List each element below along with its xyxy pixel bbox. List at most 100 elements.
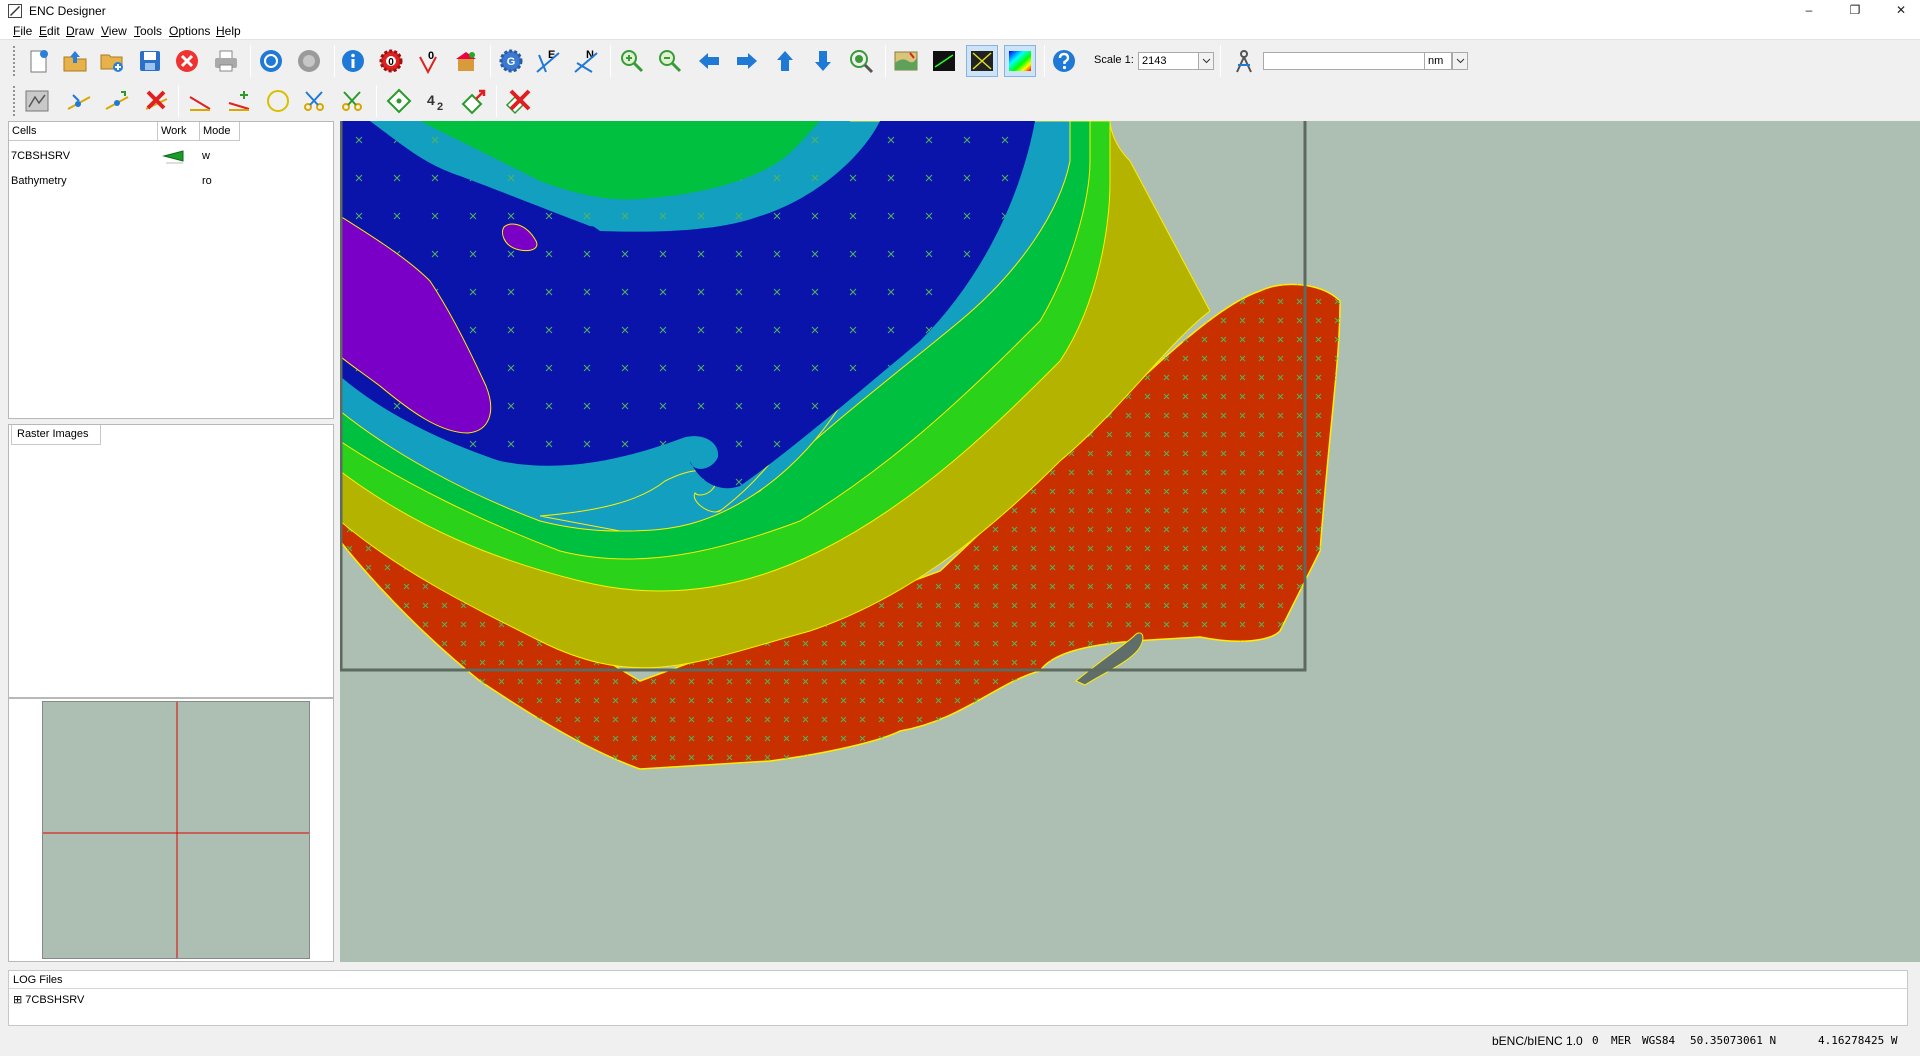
- diamond-arrow-icon: [461, 89, 486, 115]
- add-feature-button[interactable]: [383, 85, 415, 117]
- title-bar: ENC Designer – ❐ ✕: [0, 0, 1920, 22]
- chart-overview-button[interactable]: [21, 85, 53, 117]
- draw-circle-button[interactable]: [262, 85, 294, 117]
- chevron-down-icon: [1456, 58, 1464, 64]
- menu-help[interactable]: Help: [216, 24, 241, 38]
- expand-icon[interactable]: ⊞: [13, 994, 22, 1006]
- new-file-button[interactable]: [22, 45, 54, 77]
- status-longitude: 4.16278425 W: [1818, 1034, 1898, 1047]
- chart-map-view[interactable]: [340, 121, 1920, 962]
- tab-raster-images[interactable]: Raster Images: [11, 425, 101, 445]
- north-tool-button[interactable]: N: [570, 45, 602, 77]
- unit-select[interactable]: nm: [1425, 52, 1452, 70]
- scale-dropdown-button[interactable]: [1198, 52, 1214, 70]
- soundings-button[interactable]: 0: [413, 45, 445, 77]
- menu-bar: File Edit Draw View Tools Options Help: [0, 22, 1920, 40]
- add-line-icon: [228, 91, 250, 111]
- color-depth-button[interactable]: [1004, 45, 1036, 77]
- cell-mode: w: [202, 150, 210, 162]
- zoom-in-button[interactable]: [616, 45, 648, 77]
- delete-feature-button[interactable]: [503, 85, 535, 117]
- menu-edit[interactable]: Edit: [39, 24, 60, 38]
- draw-line-button[interactable]: [184, 85, 216, 117]
- column-header-work[interactable]: Work: [158, 122, 200, 141]
- info-icon: [342, 50, 364, 72]
- move-feature-button[interactable]: [458, 85, 490, 117]
- add-cell-button[interactable]: [96, 45, 128, 77]
- help-button[interactable]: [1048, 45, 1080, 77]
- status-field1: 0: [1592, 1034, 1599, 1047]
- join-button[interactable]: [336, 85, 368, 117]
- objects-button[interactable]: [450, 45, 482, 77]
- sounding-zero-icon: 0: [419, 50, 437, 75]
- menu-options[interactable]: Options: [169, 24, 210, 38]
- column-header-mode[interactable]: Mode: [200, 122, 240, 141]
- info-button[interactable]: [337, 45, 369, 77]
- gradient-icon: [1009, 51, 1031, 71]
- scale-select[interactable]: 2143: [1138, 52, 1199, 70]
- measure-value-field[interactable]: [1263, 52, 1425, 70]
- save-button[interactable]: [134, 45, 166, 77]
- open-file-button[interactable]: [59, 45, 91, 77]
- zoom-extent-icon: [850, 50, 874, 74]
- dusk-view-button[interactable]: [966, 45, 998, 77]
- toolbar-grip[interactable]: [12, 45, 16, 77]
- status-latitude: 50.35073061 N: [1690, 1034, 1777, 1047]
- menu-file[interactable]: File: [13, 24, 32, 38]
- east-tool-button[interactable]: E: [532, 45, 564, 77]
- sounding-42-icon: 42: [427, 92, 443, 113]
- unit-dropdown-button[interactable]: [1452, 52, 1468, 70]
- map-icon: [894, 51, 918, 71]
- cell-name: 7CBSHSRV: [11, 150, 71, 162]
- log-item[interactable]: ⊞ 7CBSHSRV: [13, 992, 84, 1008]
- main-toolbar: 0 0 G E N Scale 1: 2143 nm: [0, 41, 1920, 81]
- stop-button[interactable]: [293, 45, 325, 77]
- minimize-button[interactable]: –: [1786, 0, 1832, 22]
- chart-view-button[interactable]: [890, 45, 922, 77]
- red-gear-icon: 0: [379, 49, 403, 73]
- overview-map[interactable]: [42, 701, 310, 959]
- column-header-cells[interactable]: Cells: [9, 122, 158, 141]
- menu-view[interactable]: View: [101, 24, 127, 38]
- log-files-header: LOG Files: [9, 971, 1907, 989]
- power-button[interactable]: [255, 45, 287, 77]
- close-window-button[interactable]: ✕: [1878, 0, 1920, 22]
- overview-panel: [8, 698, 334, 962]
- cell-row[interactable]: Bathymetry ro: [9, 173, 333, 191]
- goto-button[interactable]: G: [495, 45, 527, 77]
- draw-line-icon: [189, 96, 211, 111]
- split-button[interactable]: [298, 85, 330, 117]
- window-title: ENC Designer: [29, 4, 106, 18]
- pan-up-button[interactable]: [769, 45, 801, 77]
- menu-tools[interactable]: Tools: [134, 24, 162, 38]
- restore-button[interactable]: ❐: [1832, 0, 1878, 22]
- toolbar-separator: [334, 45, 335, 77]
- menu-draw[interactable]: Draw: [66, 24, 94, 38]
- add-point-button[interactable]: [63, 85, 95, 117]
- cell-row[interactable]: 7CBSHSRV w: [9, 148, 333, 166]
- close-cell-button[interactable]: [171, 45, 203, 77]
- pan-down-button[interactable]: [807, 45, 839, 77]
- status-product: bENC/bIENC 1.0: [1492, 1034, 1583, 1048]
- move-point-button[interactable]: [101, 85, 133, 117]
- measure-tool-button[interactable]: [1228, 45, 1260, 77]
- delete-point-button[interactable]: [140, 85, 172, 117]
- pan-right-button[interactable]: [731, 45, 763, 77]
- chart-grid-icon: [25, 90, 49, 112]
- toolbar-separator: [496, 85, 497, 117]
- folder-add-icon: [100, 54, 123, 72]
- add-line-button[interactable]: [223, 85, 255, 117]
- pan-left-button[interactable]: [693, 45, 725, 77]
- add-sounding-button[interactable]: 42: [421, 85, 453, 117]
- objects-icon: [456, 52, 476, 71]
- print-button[interactable]: [210, 45, 242, 77]
- zoom-out-button[interactable]: [654, 45, 686, 77]
- feature-settings-button[interactable]: 0: [375, 45, 407, 77]
- zoom-extent-button[interactable]: [845, 45, 877, 77]
- delete-x-icon: [145, 90, 168, 110]
- night-view-button[interactable]: [928, 45, 960, 77]
- app-icon: [8, 4, 22, 18]
- stop-icon: [298, 50, 320, 72]
- toolbar-grip[interactable]: [12, 85, 16, 117]
- zoom-out-icon: [659, 50, 682, 73]
